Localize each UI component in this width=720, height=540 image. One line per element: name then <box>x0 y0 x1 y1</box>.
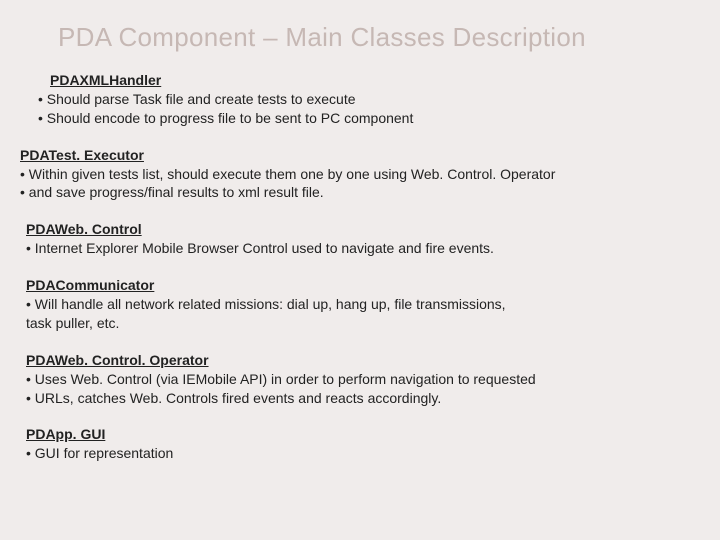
bullet-line: • Uses Web. Control (via IEMobile API) i… <box>26 370 706 389</box>
heading: PDAXMLHandler <box>50 71 706 90</box>
section-pdaxmlhandler: PDAXMLHandler • Should parse Task file a… <box>38 71 706 128</box>
bullet-line: task puller, etc. <box>26 314 706 333</box>
bullet-line: • Should parse Task file and create test… <box>38 90 706 109</box>
bullet-line: • Internet Explorer Mobile Browser Contr… <box>26 239 706 258</box>
section-pdapp-gui: PDApp. GUI • GUI for representation <box>26 425 706 463</box>
heading: PDAWeb. Control. Operator <box>26 351 706 370</box>
section-pdaweb-control: PDAWeb. Control • Internet Explorer Mobi… <box>26 220 706 258</box>
heading: PDACommunicator <box>26 276 706 295</box>
bullet-line: • and save progress/final results to xml… <box>20 183 706 202</box>
section-pdatest-executor: PDATest. Executor • Within given tests l… <box>20 146 706 203</box>
section-pdacommunicator: PDACommunicator • Will handle all networ… <box>26 276 706 333</box>
bullet-line: • Within given tests list, should execut… <box>20 165 706 184</box>
heading: PDATest. Executor <box>20 146 706 165</box>
heading: PDApp. GUI <box>26 425 706 444</box>
heading: PDAWeb. Control <box>26 220 706 239</box>
bullet-line: • Should encode to progress file to be s… <box>38 109 706 128</box>
page-title: PDA Component – Main Classes Description <box>58 22 706 53</box>
bullet-line: • Will handle all network related missio… <box>26 295 706 314</box>
bullet-line: • URLs, catches Web. Controls fired even… <box>26 389 706 408</box>
bullet-line: • GUI for representation <box>26 444 706 463</box>
slide-container: PDA Component – Main Classes Description… <box>0 0 720 491</box>
section-pdaweb-control-operator: PDAWeb. Control. Operator • Uses Web. Co… <box>26 351 706 408</box>
